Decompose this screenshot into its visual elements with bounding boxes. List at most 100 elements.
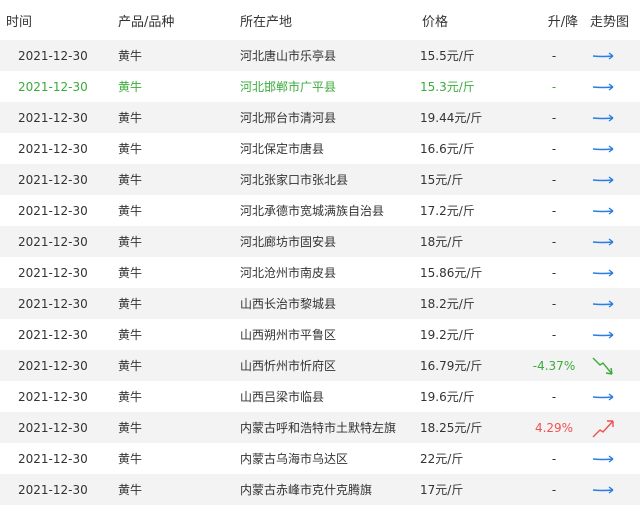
row-location[interactable]: 山西吕梁市临县 (238, 381, 416, 412)
trend-flat-icon (592, 268, 614, 277)
row-location[interactable]: 河北张家口市张北县 (238, 164, 416, 195)
trend-flat-icon (592, 330, 614, 339)
row-location[interactable]: 河北邢台市清河县 (238, 102, 416, 133)
row-location[interactable]: 河北保定市唐县 (238, 133, 416, 164)
row-trend[interactable] (590, 381, 640, 412)
table-body: 2021-12-30 黄牛 河北唐山市乐亭县 15.5元/斤 -2021-12-30 黄牛… (0, 40, 640, 505)
row-trend[interactable] (590, 102, 640, 133)
table-row[interactable]: 2021-12-30 黄牛 山西长治市黎城县 18.2元/斤 - (0, 288, 640, 319)
row-date: 2021-12-30 (0, 319, 110, 350)
row-change: - (518, 381, 590, 412)
row-trend[interactable] (590, 350, 640, 381)
row-price: 18元/斤 (416, 226, 518, 257)
row-date: 2021-12-30 (0, 443, 110, 474)
row-location[interactable]: 内蒙古赤峰市克什克腾旗 (238, 474, 416, 505)
row-date: 2021-12-30 (0, 164, 110, 195)
row-location[interactable]: 内蒙古乌海市乌达区 (238, 443, 416, 474)
row-date: 2021-12-30 (0, 474, 110, 505)
row-date: 2021-12-30 (0, 71, 110, 102)
row-price: 18.2元/斤 (416, 288, 518, 319)
row-trend[interactable] (590, 412, 640, 443)
row-trend[interactable] (590, 443, 640, 474)
row-product: 黄牛 (110, 319, 238, 350)
row-location[interactable]: 河北唐山市乐亭县 (238, 40, 416, 71)
row-product: 黄牛 (110, 71, 238, 102)
row-product: 黄牛 (110, 474, 238, 505)
row-trend[interactable] (590, 288, 640, 319)
row-trend[interactable] (590, 71, 640, 102)
row-date: 2021-12-30 (0, 102, 110, 133)
header-trend: 走势图 (590, 0, 640, 40)
row-change: - (518, 102, 590, 133)
row-location[interactable]: 河北沧州市南皮县 (238, 257, 416, 288)
trend-flat-icon (592, 392, 614, 401)
row-trend[interactable] (590, 474, 640, 505)
table-row[interactable]: 2021-12-30 黄牛 河北沧州市南皮县 15.86元/斤 - (0, 257, 640, 288)
table-row[interactable]: 2021-12-30 黄牛 山西朔州市平鲁区 19.2元/斤 - (0, 319, 640, 350)
header-change: 升/降 (518, 0, 590, 40)
row-location[interactable]: 河北邯郸市广平县 (238, 71, 416, 102)
table-row[interactable]: 2021-12-30 黄牛 河北邢台市清河县 19.44元/斤 - (0, 102, 640, 133)
table-row[interactable]: 2021-12-30 黄牛 河北保定市唐县 16.6元/斤 - (0, 133, 640, 164)
row-price: 19.6元/斤 (416, 381, 518, 412)
row-trend[interactable] (590, 226, 640, 257)
row-change: - (518, 288, 590, 319)
row-date: 2021-12-30 (0, 288, 110, 319)
row-location[interactable]: 河北廊坊市固安县 (238, 226, 416, 257)
table-row[interactable]: 2021-12-30 黄牛 山西忻州市忻府区 16.79元/斤 -4.37% (0, 350, 640, 381)
table-header: 时间 产品/品种 所在产地 价格 升/降 走势图 (0, 0, 640, 40)
table-row[interactable]: 2021-12-30 黄牛 河北承德市宽城满族自治县 17.2元/斤 - (0, 195, 640, 226)
row-change: - (518, 319, 590, 350)
row-price: 22元/斤 (416, 443, 518, 474)
table-row[interactable]: 2021-12-30 黄牛 内蒙古呼和浩特市土默特左旗 18.25元/斤 4.29% (0, 412, 640, 443)
row-price: 18.25元/斤 (416, 412, 518, 443)
table-row[interactable]: 2021-12-30 黄牛 河北邯郸市广平县 15.3元/斤 - (0, 71, 640, 102)
table-row[interactable]: 2021-12-30 黄牛 内蒙古乌海市乌达区 22元/斤 - (0, 443, 640, 474)
trend-flat-icon (592, 113, 614, 122)
row-product: 黄牛 (110, 381, 238, 412)
row-price: 15.86元/斤 (416, 257, 518, 288)
trend-flat-icon (592, 237, 614, 246)
row-trend[interactable] (590, 195, 640, 226)
row-product: 黄牛 (110, 40, 238, 71)
row-date: 2021-12-30 (0, 226, 110, 257)
price-table: 时间 产品/品种 所在产地 价格 升/降 走势图 2021-12-30 黄牛 河北唐… (0, 0, 640, 505)
row-location[interactable]: 山西忻州市忻府区 (238, 350, 416, 381)
row-location[interactable]: 山西朔州市平鲁区 (238, 319, 416, 350)
row-price: 19.44元/斤 (416, 102, 518, 133)
row-product: 黄牛 (110, 443, 238, 474)
row-product: 黄牛 (110, 350, 238, 381)
row-trend[interactable] (590, 40, 640, 71)
row-date: 2021-12-30 (0, 412, 110, 443)
trend-flat-icon (592, 485, 614, 494)
header-row: 时间 产品/品种 所在产地 价格 升/降 走势图 (0, 0, 640, 40)
table-row[interactable]: 2021-12-30 黄牛 河北唐山市乐亭县 15.5元/斤 - (0, 40, 640, 71)
row-price: 16.79元/斤 (416, 350, 518, 381)
header-date: 时间 (0, 0, 110, 40)
row-trend[interactable] (590, 319, 640, 350)
row-change: - (518, 195, 590, 226)
row-location[interactable]: 山西长治市黎城县 (238, 288, 416, 319)
header-price: 价格 (416, 0, 518, 40)
row-price: 15元/斤 (416, 164, 518, 195)
table-row[interactable]: 2021-12-30 黄牛 河北张家口市张北县 15元/斤 - (0, 164, 640, 195)
row-change: - (518, 40, 590, 71)
row-product: 黄牛 (110, 164, 238, 195)
table-row[interactable]: 2021-12-30 黄牛 河北廊坊市固安县 18元/斤 - (0, 226, 640, 257)
row-product: 黄牛 (110, 412, 238, 443)
row-trend[interactable] (590, 164, 640, 195)
row-location[interactable]: 内蒙古呼和浩特市土默特左旗 (238, 412, 416, 443)
table-row[interactable]: 2021-12-30 黄牛 内蒙古赤峰市克什克腾旗 17元/斤 - (0, 474, 640, 505)
row-change: - (518, 474, 590, 505)
row-change: -4.37% (518, 350, 590, 381)
row-product: 黄牛 (110, 195, 238, 226)
row-price: 17.2元/斤 (416, 195, 518, 226)
row-trend[interactable] (590, 257, 640, 288)
row-trend[interactable] (590, 133, 640, 164)
row-price: 17元/斤 (416, 474, 518, 505)
trend-down-icon (592, 357, 613, 375)
table-row[interactable]: 2021-12-30 黄牛 山西吕梁市临县 19.6元/斤 - (0, 381, 640, 412)
row-change: - (518, 257, 590, 288)
header-product: 产品/品种 (110, 0, 238, 40)
row-location[interactable]: 河北承德市宽城满族自治县 (238, 195, 416, 226)
